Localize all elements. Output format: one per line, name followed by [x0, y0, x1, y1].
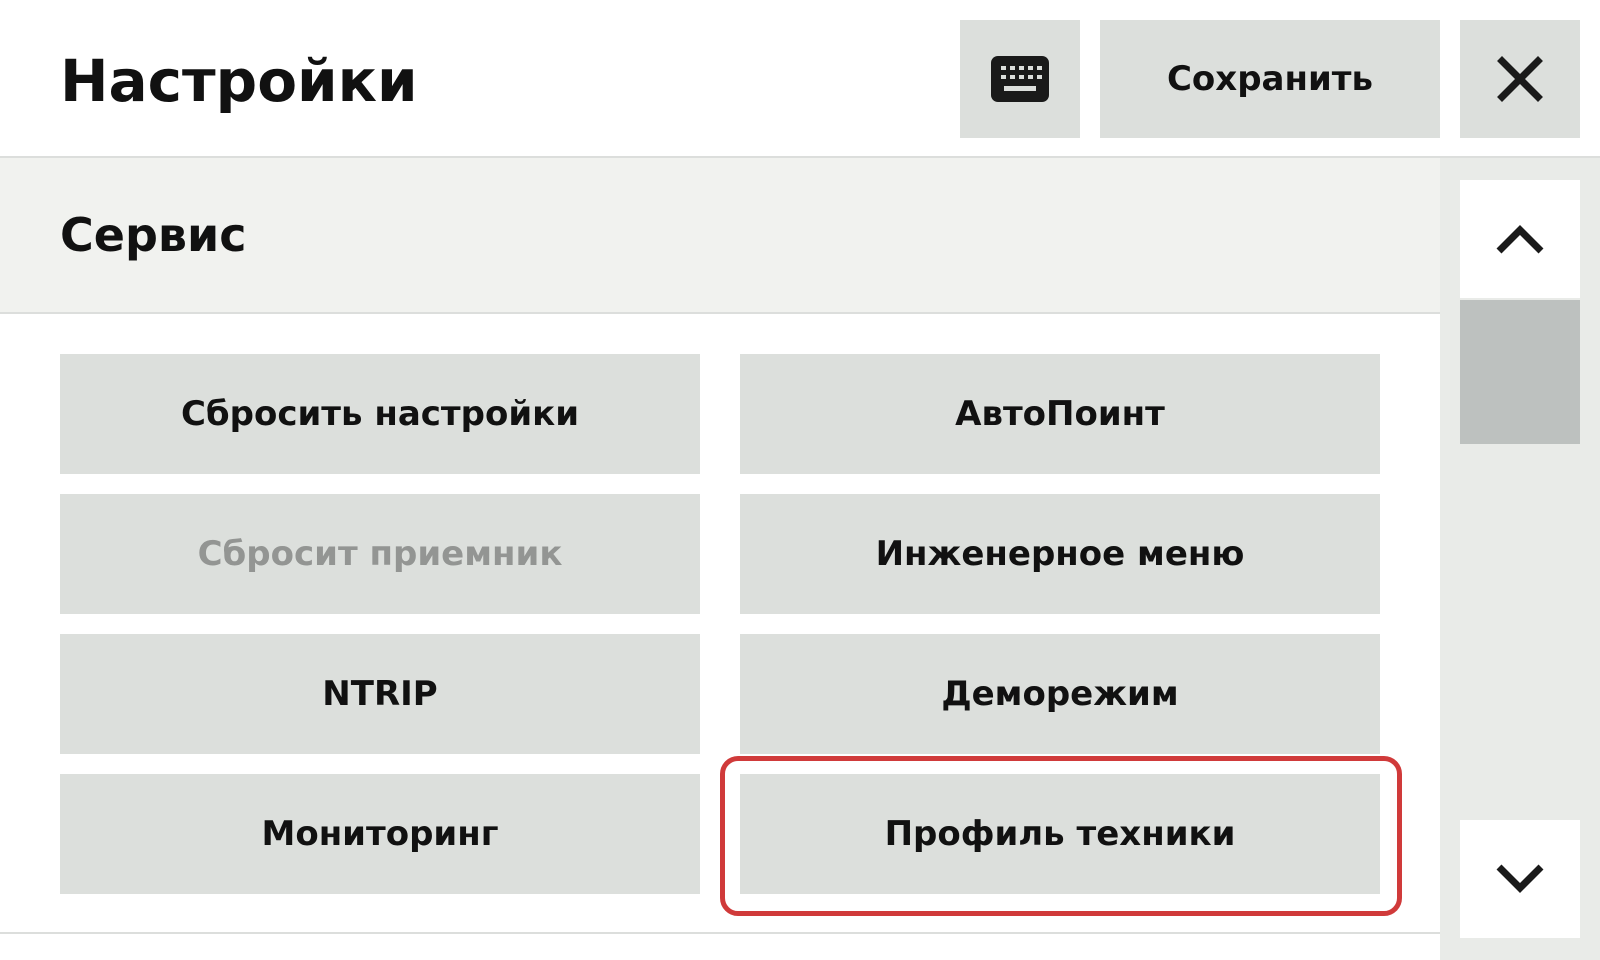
keyboard-icon	[991, 56, 1049, 102]
close-button[interactable]	[1460, 20, 1580, 138]
chevron-up-icon	[1496, 225, 1544, 254]
scroll-down-button[interactable]	[1460, 820, 1580, 938]
save-button[interactable]: Сохранить	[1100, 20, 1440, 138]
machine-profile-button[interactable]: Профиль техники	[740, 774, 1380, 894]
reset-settings-button[interactable]: Сбросить настройки	[60, 354, 700, 474]
monitoring-button[interactable]: Мониторинг	[60, 774, 700, 894]
divider	[0, 932, 1440, 934]
autopoint-button[interactable]: АвтоПоинт	[740, 354, 1380, 474]
header-bar: Настройки Сохранить	[0, 0, 1600, 158]
scroll-up-button[interactable]	[1460, 180, 1580, 298]
engineering-menu-button[interactable]: Инженерное меню	[740, 494, 1380, 614]
page-title: Настройки	[60, 47, 418, 115]
ntrip-button[interactable]: NTRIP	[60, 634, 700, 754]
close-icon	[1497, 56, 1543, 102]
section-title: Сервис	[60, 208, 247, 262]
reset-receiver-button: Сбросит приемник	[60, 494, 700, 614]
keyboard-button[interactable]	[960, 20, 1080, 138]
chevron-down-icon	[1496, 864, 1544, 893]
scrollbar-thumb[interactable]	[1460, 300, 1580, 444]
section-header: Сервис	[0, 158, 1440, 314]
demo-mode-button[interactable]: Деморежим	[740, 634, 1380, 754]
